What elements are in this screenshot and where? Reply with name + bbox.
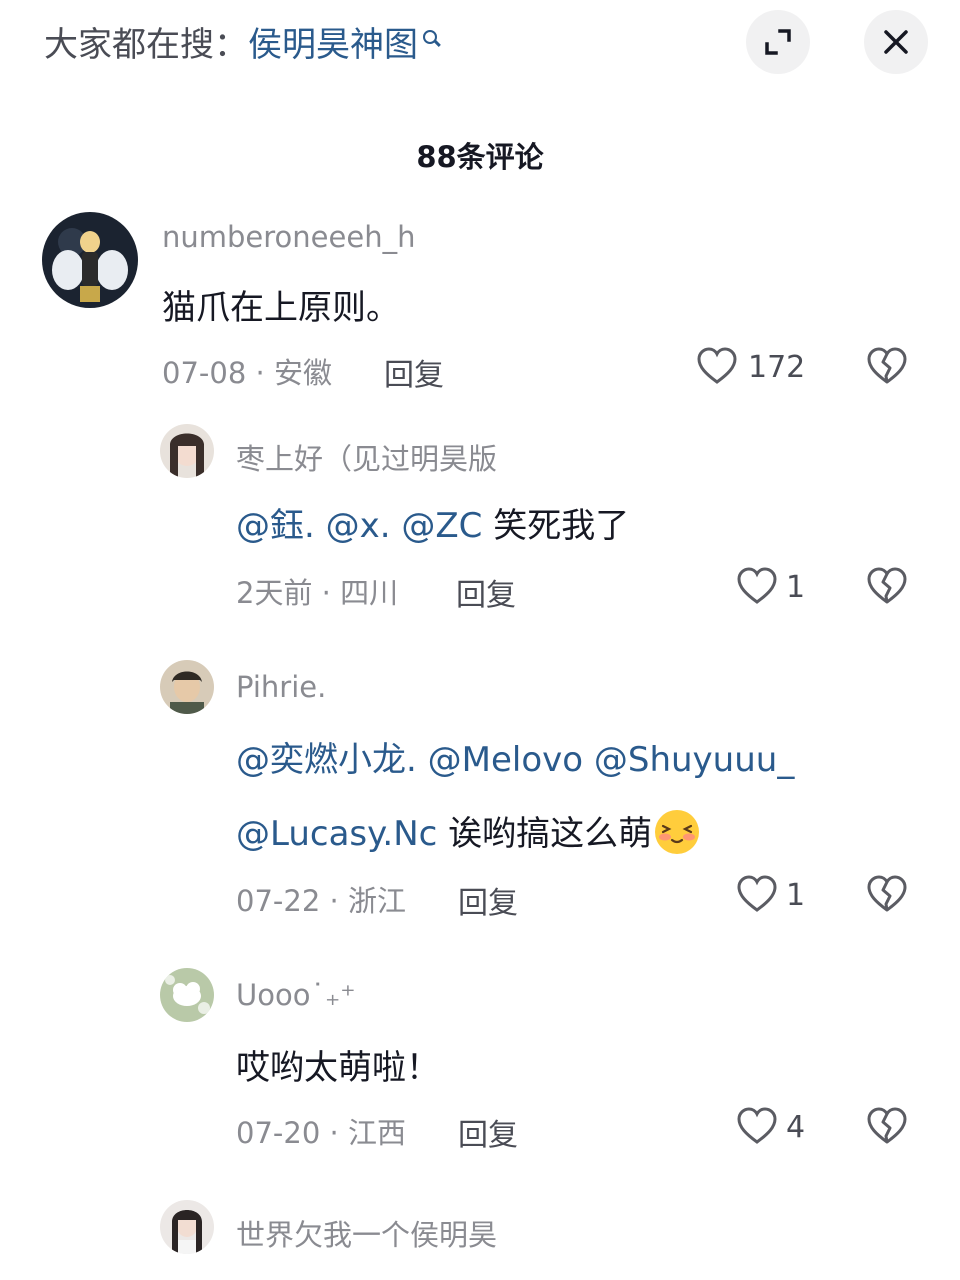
trending-search-bar[interactable]: 大家都在搜：侯明昊神图 (44, 18, 441, 72)
reply-button[interactable]: 回复 (458, 878, 518, 922)
dislike-button[interactable] (866, 346, 908, 386)
broken-heart-icon (867, 875, 907, 912)
comment-meta: 07-22 · 浙江 (236, 884, 406, 918)
like-count: 4 (786, 1110, 806, 1145)
close-button[interactable] (864, 10, 928, 74)
trending-search-prefix: 大家都在搜： (44, 25, 248, 65)
reply-button[interactable]: 回复 (456, 570, 516, 614)
trending-search-term[interactable]: 侯明昊神图 (248, 25, 418, 65)
comment-meta: 07-08 · 安徽 (162, 356, 332, 390)
comment-location: 安徽 (273, 356, 332, 390)
like-button[interactable] (736, 874, 778, 914)
heart-icon (737, 567, 777, 604)
mention-link[interactable]: @Shuyuuu_ (594, 740, 794, 780)
comment-location: 江西 (347, 1116, 406, 1150)
expand-icon (765, 29, 791, 55)
comment-time: 07-08 (162, 356, 247, 390)
search-icon (420, 18, 441, 48)
expand-button[interactable] (746, 10, 810, 74)
like-button[interactable] (696, 346, 738, 386)
comment-location: 浙江 (347, 884, 406, 918)
comment-text-line-2: @Lucasy.Nc 诶哟搞这么萌 (236, 806, 702, 857)
comment-body: 笑死我了 (493, 506, 630, 546)
avatar[interactable] (160, 1200, 214, 1254)
comment-text: 猫爪在上原则。 (162, 288, 400, 328)
heart-icon (737, 1107, 777, 1144)
heart-icon (697, 347, 737, 384)
comment-time: 07-22 (236, 884, 321, 918)
comment-location: 四川 (340, 576, 399, 610)
like-count: 1 (786, 570, 806, 605)
like-count: 1 (786, 878, 806, 913)
like-button[interactable] (736, 1106, 778, 1146)
comment-text-line-1: @奕燃小龙. @Melovo @Shuyuuu_ (236, 732, 794, 781)
broken-heart-icon (867, 347, 907, 384)
avatar[interactable] (160, 424, 214, 478)
mention-link[interactable]: @Lucasy.Nc (236, 814, 437, 854)
mention-link[interactable]: @鈺. (236, 506, 315, 546)
comment-meta: 2天前 · 四川 (236, 576, 399, 610)
close-icon (884, 30, 908, 54)
reply-button[interactable]: 回复 (384, 350, 444, 394)
mention-link[interactable]: @x. (326, 506, 391, 546)
reply-button[interactable]: 回复 (458, 1110, 518, 1154)
avatar[interactable] (42, 212, 138, 308)
avatar[interactable] (160, 660, 214, 714)
comment-time: 07-20 (236, 1116, 321, 1150)
comment-username[interactable]: 世界欠我一个侯明昊 (236, 1212, 497, 1254)
shy-smile-emoji (655, 810, 700, 854)
like-count: 172 (748, 350, 806, 385)
comment-username[interactable]: Pihrie. (236, 670, 326, 704)
heart-icon (737, 875, 777, 912)
mention-link[interactable]: @Melovo (428, 740, 583, 780)
comment-text: 哎哟太萌啦！ (236, 1048, 440, 1088)
comment-username[interactable]: numberoneeeh_h (162, 220, 415, 254)
avatar[interactable] (160, 968, 214, 1022)
comment-meta: 07-20 · 江西 (236, 1116, 406, 1150)
mention-link[interactable]: @ZC (401, 506, 482, 546)
comment-text: @鈺. @x. @ZC 笑死我了 (236, 498, 629, 547)
comment-username[interactable]: 枣上好（见过明昊版 (236, 436, 497, 478)
dislike-button[interactable] (866, 1106, 908, 1146)
broken-heart-icon (867, 1107, 907, 1144)
comment-username[interactable]: Uooo˙₊⁺ (236, 978, 356, 1012)
like-button[interactable] (736, 566, 778, 606)
dislike-button[interactable] (866, 874, 908, 914)
comments-count-title: 88条评论 (416, 140, 544, 174)
comment-time: 2天前 (236, 576, 313, 610)
comment-body: 诶哟搞这么萌 (448, 814, 653, 854)
dislike-button[interactable] (866, 566, 908, 606)
broken-heart-icon (867, 567, 907, 604)
mention-link[interactable]: @奕燃小龙. (236, 740, 417, 780)
